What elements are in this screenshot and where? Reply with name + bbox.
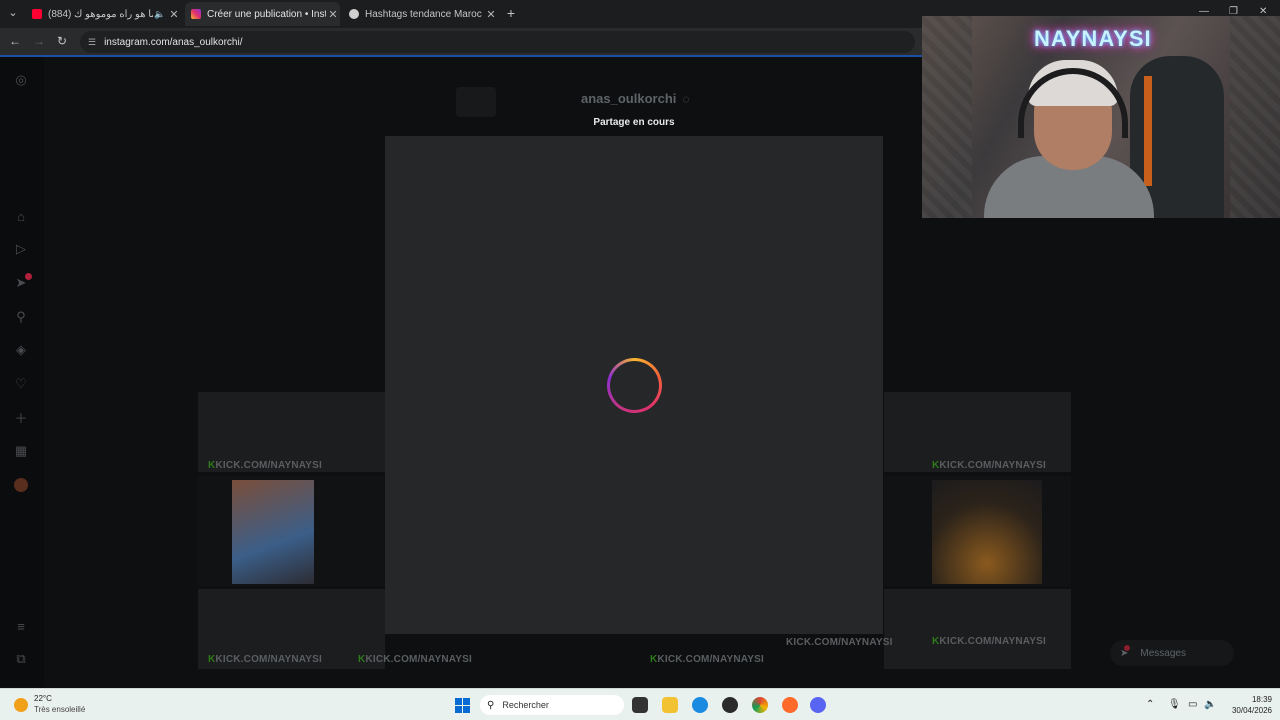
microphone-icon[interactable]: 🎙 xyxy=(1168,699,1181,710)
grid-post[interactable]: KKICK.COM/NAYNAYSI xyxy=(198,589,385,669)
forward-icon[interactable]: → xyxy=(33,34,45,48)
create-icon[interactable]: ＋ xyxy=(12,408,30,426)
tab-close-icon[interactable]: ✕ xyxy=(326,8,340,21)
kick-watermark: KKICK.COM/NAYNAYSI xyxy=(932,636,1046,647)
profile-username: anas_oulkorchi ◌ xyxy=(581,91,690,106)
profile-picture xyxy=(456,87,496,117)
tab-close-icon[interactable]: ✕ xyxy=(167,8,181,21)
grid-post[interactable] xyxy=(198,476,385,586)
file-explorer-icon[interactable] xyxy=(662,697,678,713)
search-icon[interactable]: ⚲ xyxy=(12,308,30,326)
tab-hashtags[interactable]: Hashtags tendance Maroc ✕ xyxy=(343,2,498,26)
tray-overflow-icon[interactable]: ⌃ xyxy=(1146,699,1154,710)
tab-instagram[interactable]: Créer une publication • Instagram ✕ xyxy=(185,2,340,26)
home-icon[interactable]: ⌂ xyxy=(12,207,30,225)
meta-icon[interactable]: ⧉ xyxy=(12,650,30,668)
chatgpt-icon xyxy=(349,9,359,19)
share-modal xyxy=(385,136,883,634)
youtube-icon xyxy=(32,9,42,19)
tab-close-icon[interactable]: ✕ xyxy=(484,8,498,21)
reload-icon[interactable]: ↻ xyxy=(57,34,67,48)
weather-sun-icon[interactable] xyxy=(14,698,28,712)
notification-badge xyxy=(25,273,32,280)
kick-watermark: KKICK.COM/NAYNAYSI xyxy=(358,654,472,665)
wall-panel xyxy=(922,16,972,218)
windows-taskbar: 22°C Très ensoleillé ⚲ Rechercher ⌃ 🎙 ▭ … xyxy=(0,688,1280,720)
explore-icon[interactable]: ◈ xyxy=(12,341,30,359)
tab-search-chevron-icon[interactable]: ⌄ xyxy=(5,5,21,21)
windows-start-icon[interactable] xyxy=(455,698,470,713)
modal-title: Partage en cours xyxy=(593,117,675,128)
network-icon[interactable]: ▭ xyxy=(1188,699,1197,710)
weather-condition: Très ensoleillé xyxy=(34,705,86,714)
webcam-overlay: NAYNAYSI xyxy=(922,16,1280,218)
search-icon: ⚲ xyxy=(487,699,495,711)
chair-stripe xyxy=(1144,76,1152,186)
task-view-icon[interactable] xyxy=(632,697,648,713)
menu-icon[interactable]: ≡ xyxy=(12,617,30,635)
grid-post[interactable]: KKICK.COM/NAYNAYSI xyxy=(198,392,385,472)
reels-icon[interactable]: ▷ xyxy=(12,240,30,258)
grid-post[interactable]: KKICK.COM/NAYNAYSI xyxy=(884,589,1071,669)
kick-watermark: KKICK.COM/NAYNAYSI xyxy=(650,654,764,665)
discord-icon[interactable] xyxy=(810,697,826,713)
taskbar-search[interactable]: ⚲ Rechercher xyxy=(480,695,624,715)
kick-watermark: KKICK.COM/NAYNAYSI xyxy=(208,654,322,665)
speaker-icon[interactable]: 🔈 xyxy=(153,9,167,20)
url-text: instagram.com/anas_oulkorchi/ xyxy=(104,36,243,48)
instagram-icon xyxy=(191,9,201,19)
kick-watermark: KKICK.COM/NAYNAYSI xyxy=(208,460,322,471)
kick-watermark: KKICK.COM/NAYNAYSI xyxy=(932,460,1046,471)
new-tab-button[interactable]: + xyxy=(503,5,519,21)
chrome-icon[interactable] xyxy=(752,697,768,713)
tab-youtube[interactable]: (884) زعما هو راه موموهو ك 🔈 ✕ xyxy=(26,2,181,26)
instagram-icon[interactable]: ◎ xyxy=(12,71,30,89)
neon-sign: NAYNAYSI xyxy=(1034,26,1152,51)
back-icon[interactable]: ← xyxy=(9,34,21,48)
grid-post[interactable] xyxy=(884,476,1071,586)
volume-icon[interactable]: 🔈 xyxy=(1204,699,1216,710)
taskbar-clock[interactable]: 18:39 30/04/2026 xyxy=(1222,694,1272,716)
profile-avatar-icon[interactable] xyxy=(14,478,28,492)
grid-post[interactable]: KKICK.COM/NAYNAYSI xyxy=(884,392,1071,472)
loading-spinner-icon: ◌ xyxy=(682,91,690,106)
address-bar[interactable]: ☰ instagram.com/anas_oulkorchi/ xyxy=(80,31,915,53)
dashboard-icon[interactable]: ▦ xyxy=(12,442,30,460)
post-image xyxy=(932,480,1042,584)
wall-panel xyxy=(1230,16,1280,218)
notifications-icon[interactable]: ♡ xyxy=(12,375,30,393)
upload-progress-spinner xyxy=(607,358,662,413)
weather-temperature: 22°C xyxy=(34,694,52,703)
messages-button[interactable]: ➤ Messages xyxy=(1110,640,1234,666)
edge-icon[interactable] xyxy=(692,697,708,713)
post-image xyxy=(232,480,314,584)
kick-watermark: KICK.COM/NAYNAYSI xyxy=(786,637,893,648)
instagram-sidebar: ◎ ⌂ ▷ ➤ ⚲ ◈ ♡ ＋ ▦ ≡ ⧉ xyxy=(0,57,44,687)
firefox-icon[interactable] xyxy=(782,697,798,713)
messages-badge xyxy=(1124,645,1131,651)
obs-icon[interactable] xyxy=(722,697,738,713)
site-info-icon[interactable]: ☰ xyxy=(88,37,96,48)
